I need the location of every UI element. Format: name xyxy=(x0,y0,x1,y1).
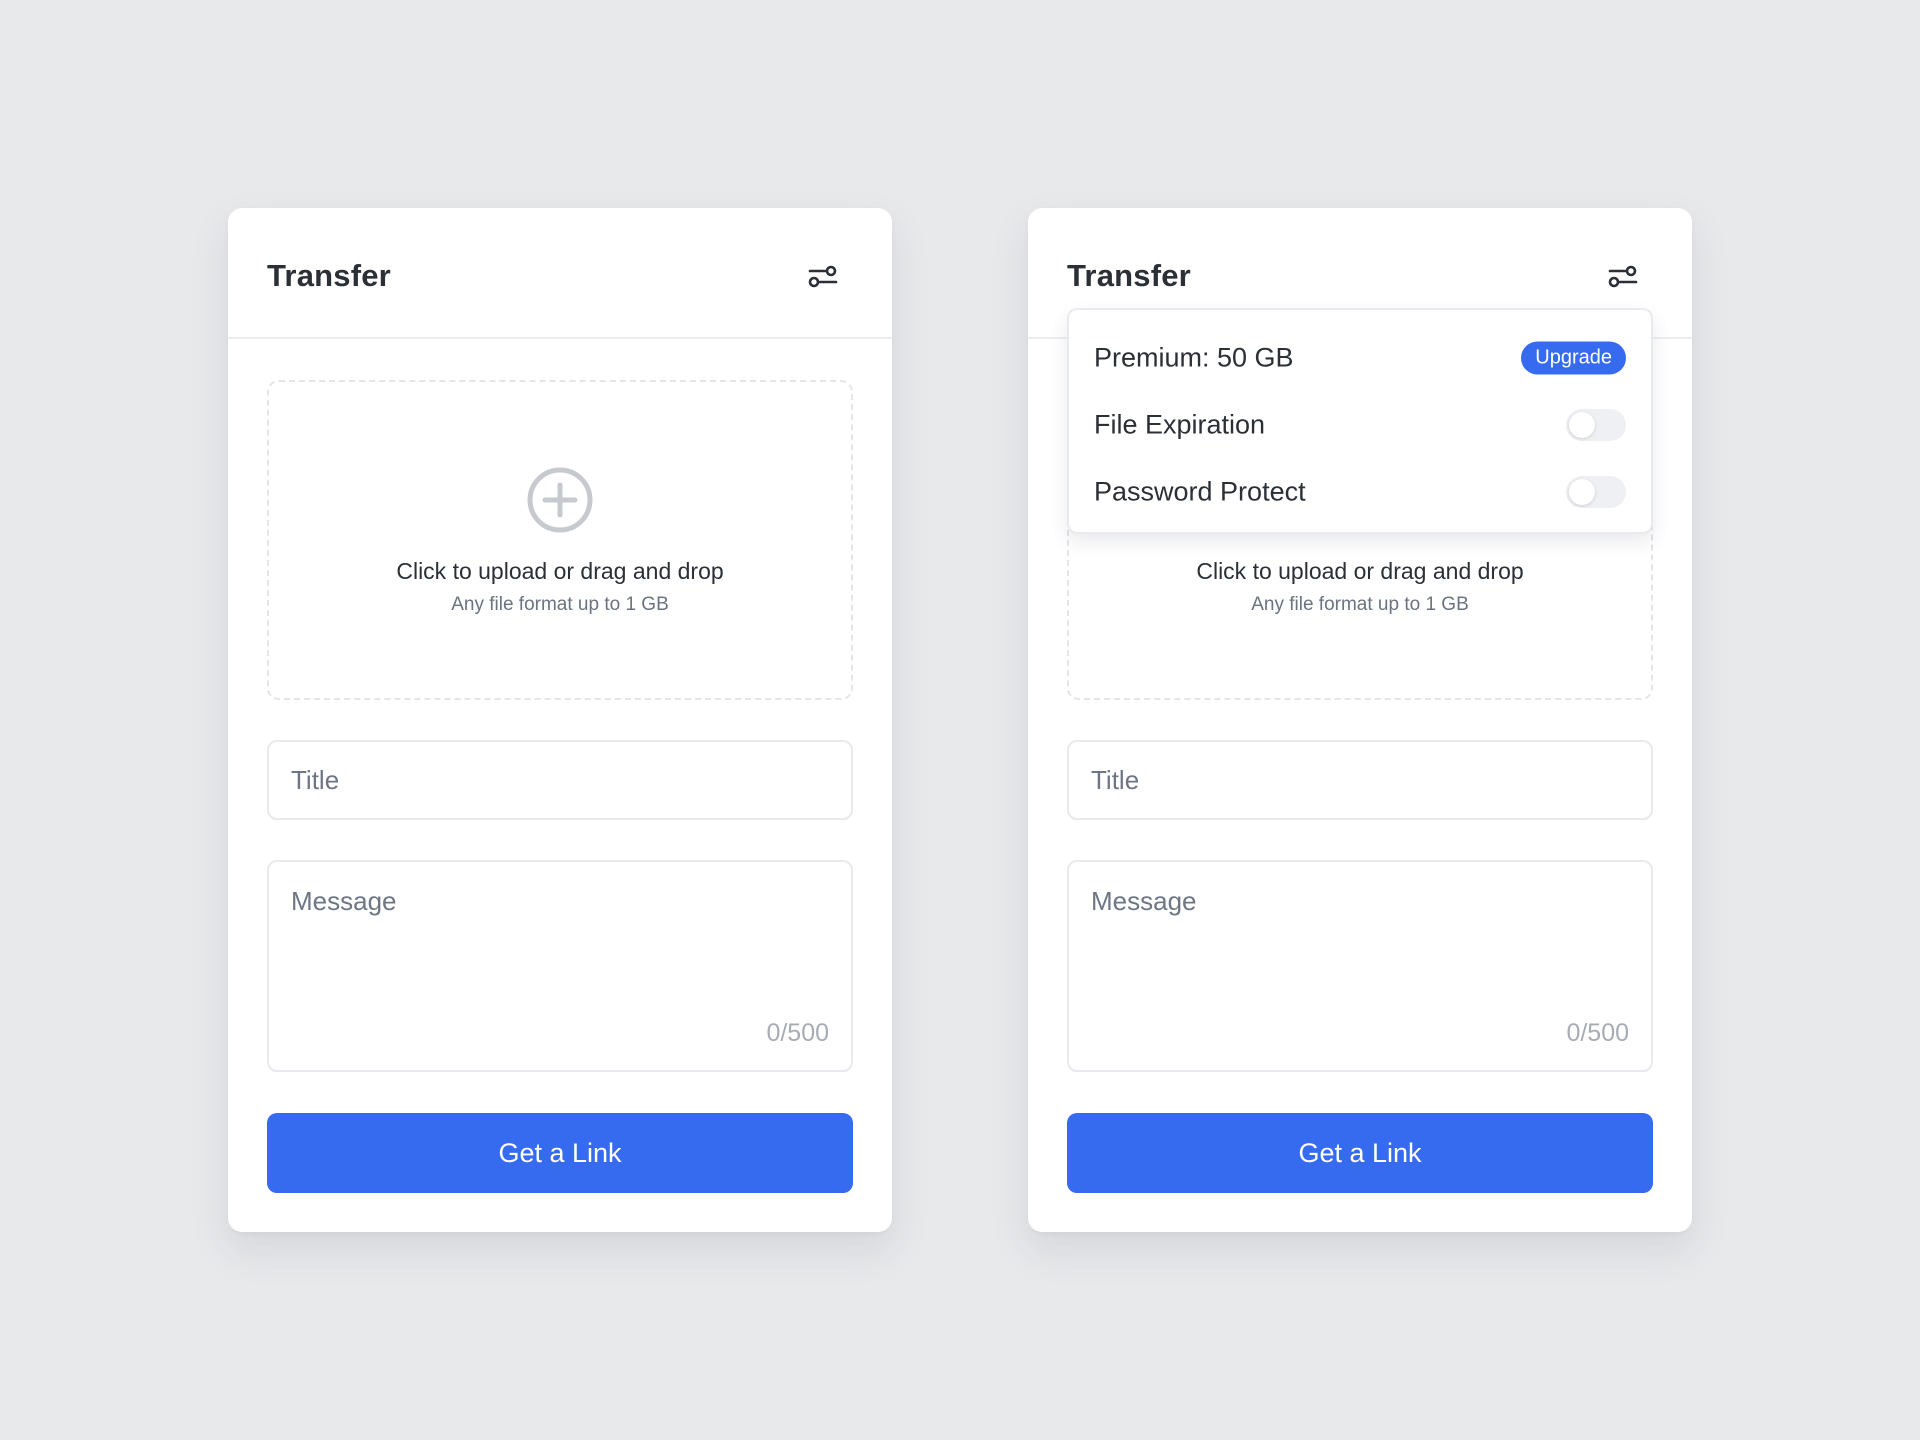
message-field: 0/500 xyxy=(1067,860,1653,1072)
password-protect-toggle[interactable] xyxy=(1566,476,1626,508)
file-expiration-row: File Expiration xyxy=(1069,395,1651,455)
upload-instruction: Click to upload or drag and drop xyxy=(1196,558,1524,584)
character-counter: 0/500 xyxy=(766,1019,829,1047)
title-input[interactable] xyxy=(1067,740,1653,820)
transfer-card-default: Transfer Click to upload or drag and dro… xyxy=(228,208,892,1232)
premium-row: Premium: 50 GB Upgrade xyxy=(1069,328,1651,388)
get-link-button[interactable]: Get a Link xyxy=(267,1113,853,1193)
toggle-knob xyxy=(1569,412,1595,438)
title-input[interactable] xyxy=(267,740,853,820)
upload-limit-note: Any file format up to 1 GB xyxy=(1251,594,1469,615)
upgrade-badge-button[interactable]: Upgrade xyxy=(1521,341,1626,375)
settings-sliders-icon xyxy=(1608,265,1638,288)
premium-label: Premium: 50 GB xyxy=(1094,342,1294,373)
settings-button[interactable] xyxy=(1604,258,1642,296)
toggle-knob xyxy=(1569,479,1595,505)
upload-dropzone[interactable]: Click to upload or drag and drop Any fil… xyxy=(267,380,853,700)
card-title: Transfer xyxy=(1067,258,1191,293)
password-protect-row: Password Protect xyxy=(1069,462,1651,522)
settings-sliders-icon xyxy=(808,265,838,288)
message-input[interactable] xyxy=(1069,862,1651,1070)
plus-circle-icon xyxy=(527,467,593,533)
settings-dropdown: Premium: 50 GB Upgrade File Expiration P… xyxy=(1067,308,1653,534)
card-title: Transfer xyxy=(267,258,391,293)
transfer-card-settings-open: Transfer Click to upload or drag and dro… xyxy=(1028,208,1692,1232)
get-link-button[interactable]: Get a Link xyxy=(1067,1113,1653,1193)
card-header: Transfer xyxy=(228,208,892,339)
upload-limit-note: Any file format up to 1 GB xyxy=(451,594,669,615)
password-protect-label: Password Protect xyxy=(1094,476,1306,507)
file-expiration-toggle[interactable] xyxy=(1566,409,1626,441)
character-counter: 0/500 xyxy=(1566,1019,1629,1047)
settings-button[interactable] xyxy=(804,258,842,296)
message-field: 0/500 xyxy=(267,860,853,1072)
message-input[interactable] xyxy=(269,862,851,1070)
upload-instruction: Click to upload or drag and drop xyxy=(396,558,724,584)
file-expiration-label: File Expiration xyxy=(1094,409,1266,440)
